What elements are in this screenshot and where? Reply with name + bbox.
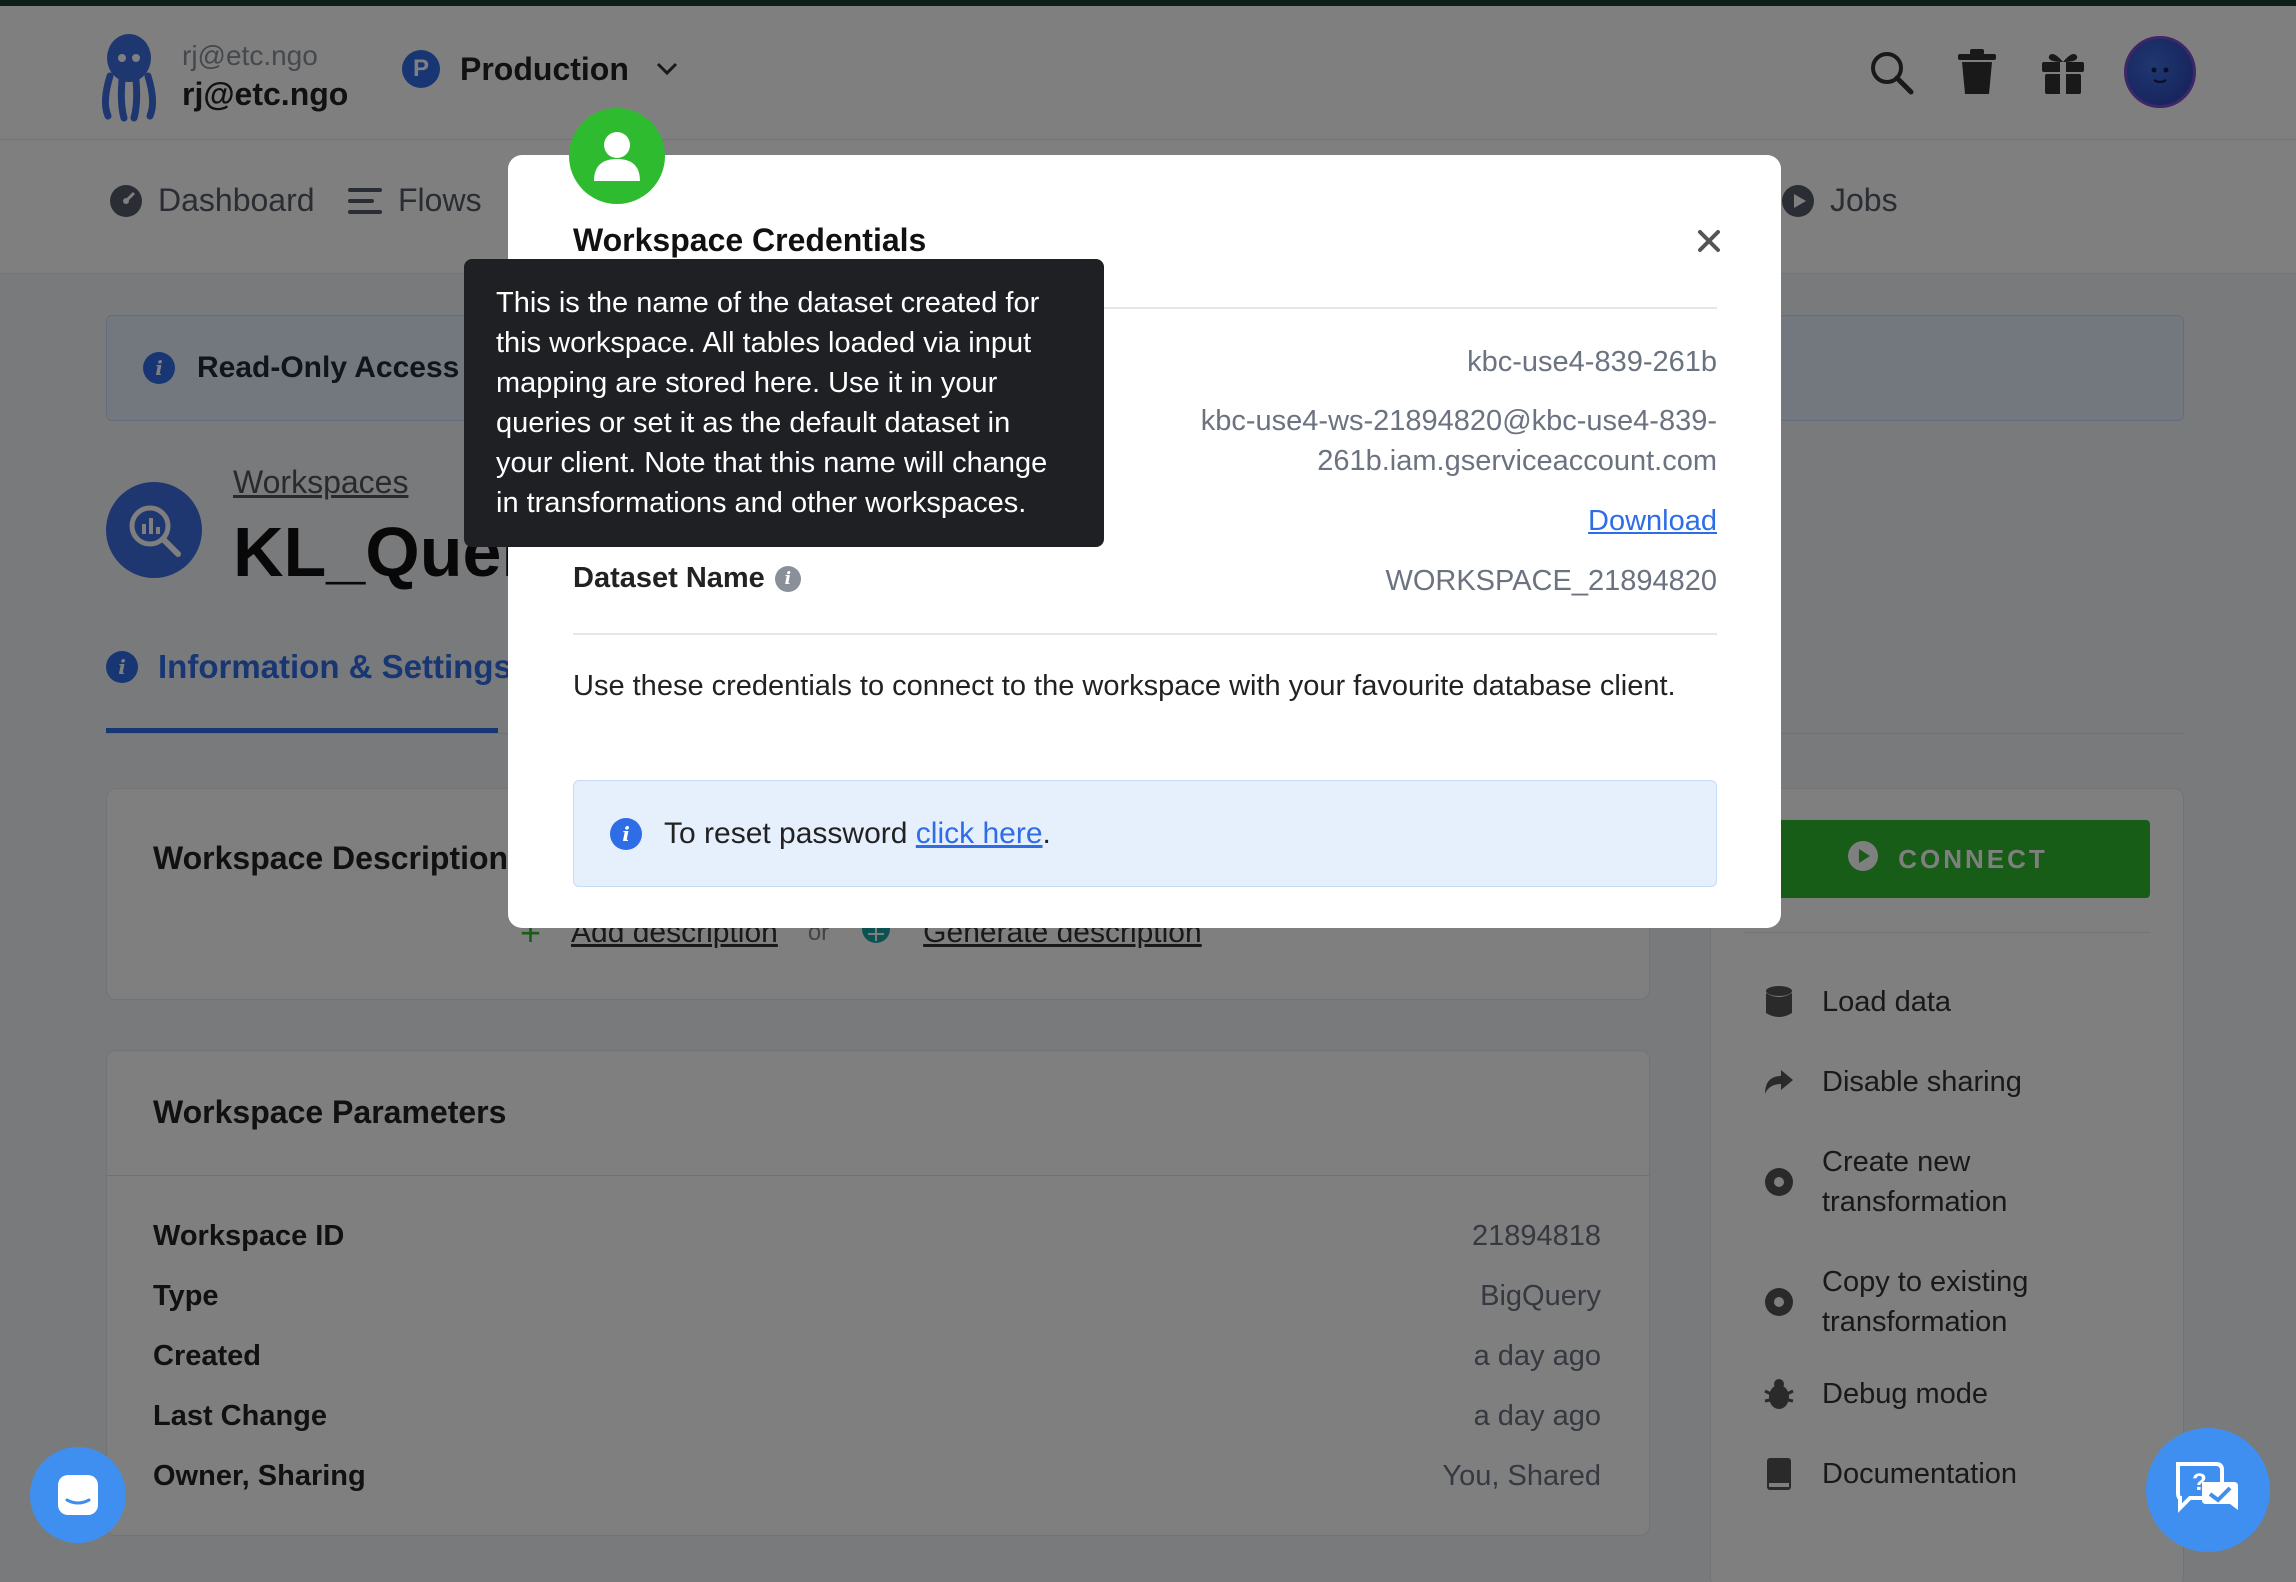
reset-prefix: To reset password: [664, 816, 908, 850]
info-icon: i: [610, 817, 642, 850]
user-icon: [569, 108, 665, 204]
reset-password-link[interactable]: click here: [916, 817, 1043, 850]
dataset-name-tooltip: This is the name of the dataset created …: [464, 259, 1104, 547]
reset-text: To reset password click here.: [664, 817, 1051, 851]
modal-title: Workspace Credentials: [573, 222, 927, 258]
reset-suffix: .: [1042, 816, 1051, 850]
dataset-name-key: Dataset Name i: [573, 562, 801, 595]
help-chat-icon[interactable]: ?: [2146, 1428, 2270, 1552]
service-account-line: kbc-use4-ws-21894820@kbc-use4-839-: [1200, 405, 1717, 437]
modal-divider: [573, 633, 1717, 635]
service-account-line: 261b.iam.gserviceaccount.com: [1317, 445, 1717, 477]
credentials-file: Download: [1588, 501, 1717, 541]
dataset-key-label: Dataset Name: [573, 562, 765, 594]
dataset-name-value: WORKSPACE_21894820: [1385, 565, 1717, 597]
reset-password-notice: i To reset password click here.: [573, 780, 1717, 887]
download-link[interactable]: Download: [1588, 505, 1717, 537]
close-icon[interactable]: [1692, 224, 1726, 258]
intercom-chat-icon[interactable]: [30, 1447, 126, 1543]
project-value: kbc-use4-839-261b: [1467, 346, 1717, 378]
info-icon[interactable]: i: [774, 565, 801, 592]
credentials-help-text: Use these credentials to connect to the …: [573, 670, 1676, 702]
service-account-value: kbc-use4-ws-21894820@kbc-use4-839- 261b.…: [1201, 401, 1717, 481]
